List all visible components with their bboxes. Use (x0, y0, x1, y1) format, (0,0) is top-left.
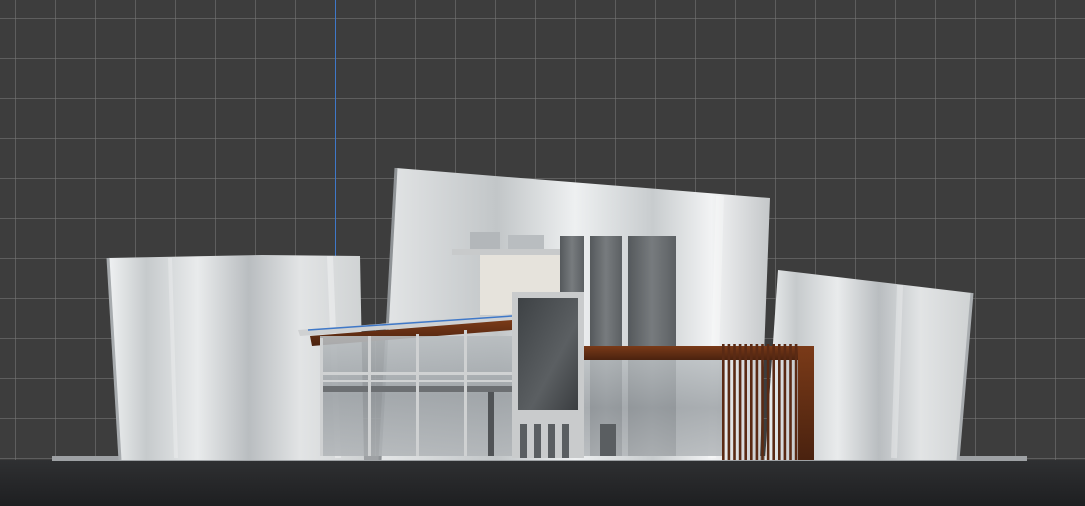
louver-slat (761, 344, 764, 460)
3d-viewport[interactable] (0, 0, 1085, 506)
louver-slat (772, 344, 775, 460)
louver-slat (744, 344, 747, 460)
louver-slat (727, 344, 731, 460)
glass-curtain-wall (320, 330, 514, 456)
louver-slat (783, 344, 787, 460)
louver-slat (722, 344, 725, 460)
building-model[interactable] (0, 0, 1085, 506)
louver-slat (794, 344, 798, 460)
louver-slat (750, 344, 753, 460)
louver-slat (766, 344, 770, 460)
louver-slat (778, 344, 781, 460)
louver-slat (755, 344, 759, 460)
louver-slat (738, 344, 742, 460)
central-window-frame (512, 292, 584, 458)
louver-slat (789, 344, 792, 460)
right-door (600, 424, 616, 456)
louver-slat (733, 344, 736, 460)
